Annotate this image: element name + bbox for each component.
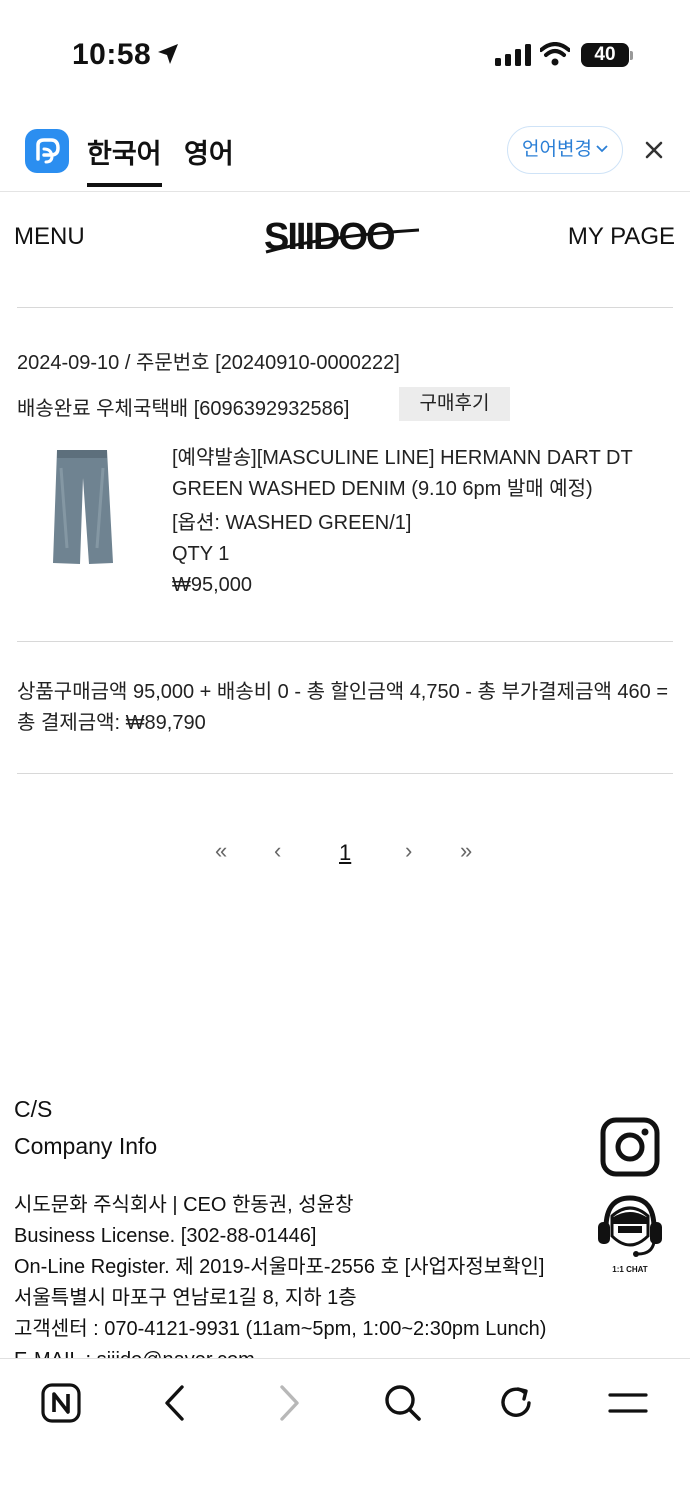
- naver-home-icon[interactable]: [41, 1383, 81, 1423]
- order-date-number: 2024-09-10 / 주문번호 [20240910-0000222]: [17, 352, 400, 374]
- payment-summary: 상품구매금액 95,000 + 배송비 0 - 총 할인금액 4,750 - 총…: [17, 681, 669, 734]
- next-page-button[interactable]: ›: [405, 838, 412, 864]
- product-option: [옵션: WASHED GREEN/1]: [172, 512, 412, 534]
- location-arrow-icon: [158, 44, 178, 64]
- battery-cap: [630, 51, 633, 60]
- tab-korean[interactable]: 한국어: [87, 132, 162, 187]
- translate-bar: 한국어 영어 언어변경: [0, 110, 690, 192]
- company-line: 시도문화 주식회사 | CEO 한동권, 성윤창: [14, 1194, 354, 1216]
- product-qty: QTY 1: [172, 543, 230, 565]
- company-line: Business License. [302-88-01446]: [14, 1225, 317, 1247]
- product-price: ₩95,000: [172, 574, 253, 596]
- status-bar: 10:58 40: [0, 0, 690, 110]
- mypage-link[interactable]: MY PAGE: [568, 223, 675, 251]
- pagination: « ‹ 1 › »: [0, 838, 690, 872]
- siiidoo-logo[interactable]: SIIIDOO: [264, 216, 424, 256]
- clock: 10:58: [72, 38, 152, 71]
- company-line: 고객센터 : 070-4121-9931 (11am~5pm, 1:00~2:3…: [14, 1318, 547, 1340]
- product-name[interactable]: [예약발송][MASCULINE LINE] HERMANN DART DT G…: [172, 443, 672, 505]
- language-change-label: 언어변경: [522, 139, 592, 160]
- divider: [17, 307, 673, 308]
- site-header: MENU SIIIDOO MY PAGE: [0, 192, 690, 280]
- company-info-heading: Company Info: [14, 1133, 158, 1159]
- divider: [17, 641, 673, 642]
- forward-icon: [280, 1385, 299, 1421]
- cs-link[interactable]: C/S: [14, 1096, 614, 1123]
- battery-indicator: 40: [581, 43, 629, 67]
- refresh-icon[interactable]: [496, 1383, 536, 1423]
- shipping-status: 배송완료 우체국택배 [6096392932586]: [17, 398, 350, 420]
- chat-label: 1:1 CHAT: [612, 1265, 648, 1274]
- wifi-icon: [540, 42, 570, 66]
- search-icon[interactable]: [383, 1383, 423, 1423]
- product-image[interactable]: [45, 448, 120, 566]
- chevron-down-icon: [596, 145, 608, 153]
- company-line: 서울특별시 마포구 연남로1길 8, 지하 1층: [14, 1287, 357, 1309]
- last-page-button[interactable]: »: [460, 838, 472, 864]
- prev-page-button[interactable]: ‹: [274, 838, 281, 864]
- company-line[interactable]: On-Line Register. 제 2019-서울마포-2556 호 [사업…: [14, 1252, 614, 1283]
- tab-english[interactable]: 영어: [184, 132, 234, 171]
- chat-button[interactable]: 1:1 CHAT: [594, 1192, 666, 1274]
- logo-text: SIIIDOO: [264, 216, 394, 256]
- browser-toolbar: [0, 1358, 690, 1500]
- product-info: [예약발송][MASCULINE LINE] HERMANN DART DT G…: [172, 443, 672, 601]
- back-icon[interactable]: [160, 1383, 190, 1423]
- company-info-text: 시도문화 주식회사 | CEO 한동권, 성윤창 Business Licens…: [14, 1190, 614, 1376]
- divider: [17, 773, 673, 774]
- hamburger-menu-icon[interactable]: [608, 1383, 648, 1423]
- first-page-button[interactable]: «: [215, 838, 227, 864]
- footer: C/S Company Info 시도문화 주식회사 | CEO 한동권, 성윤…: [14, 1096, 614, 1376]
- review-button[interactable]: 구매후기: [399, 387, 510, 421]
- page-number[interactable]: 1: [339, 840, 351, 866]
- papago-icon[interactable]: [25, 129, 69, 173]
- menu-link[interactable]: MENU: [14, 223, 85, 251]
- cellular-signal-icon: [495, 44, 531, 66]
- language-change-button[interactable]: 언어변경: [507, 126, 623, 174]
- instagram-icon[interactable]: [600, 1117, 660, 1177]
- close-icon[interactable]: [642, 138, 666, 162]
- headset-chat-icon: [598, 1195, 662, 1257]
